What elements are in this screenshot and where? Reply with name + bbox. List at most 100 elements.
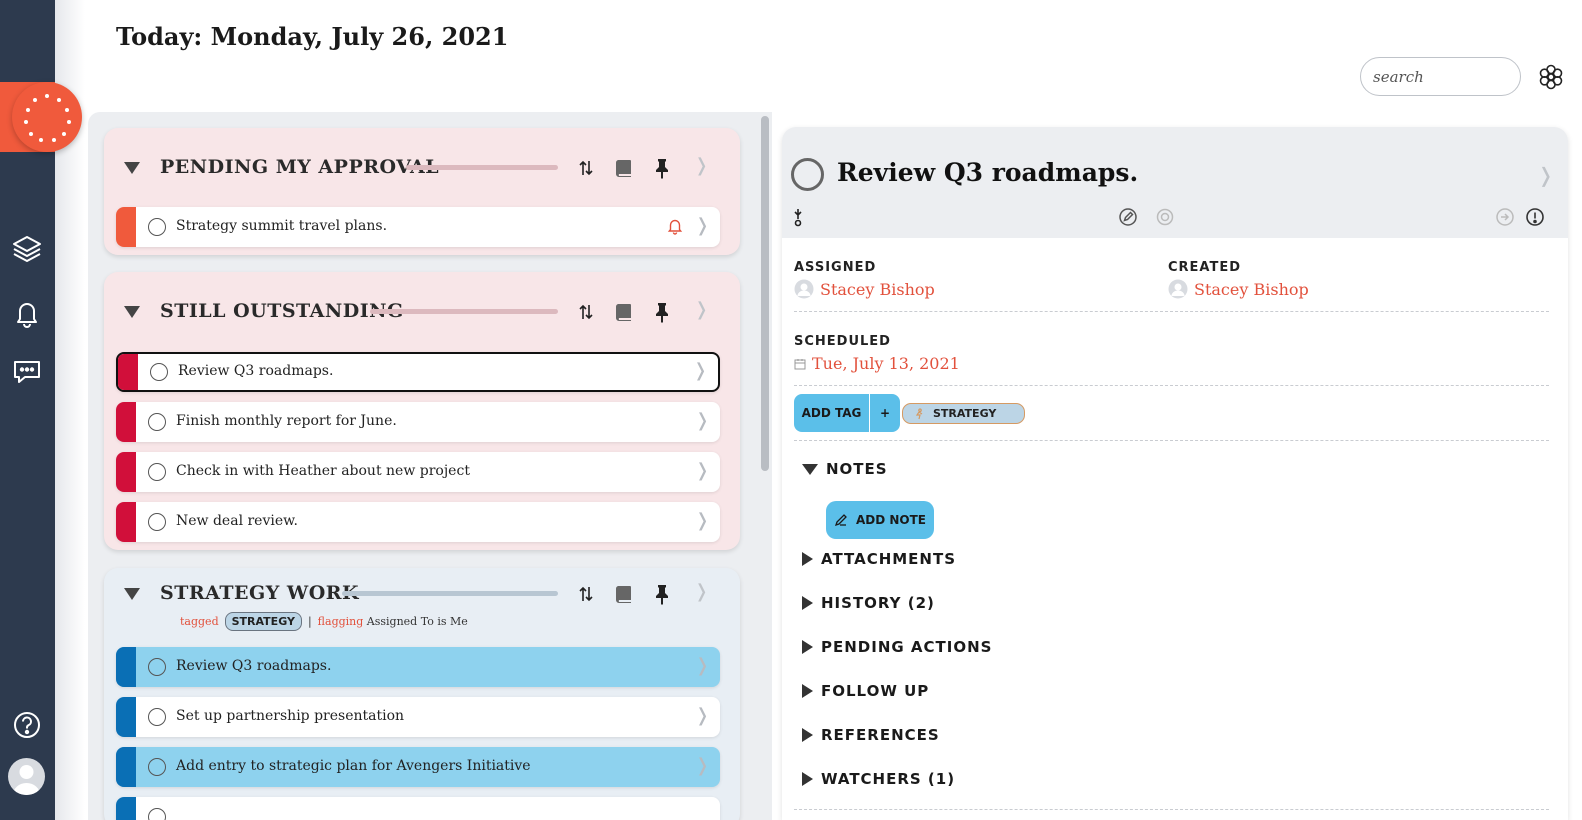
task-checkbox[interactable] — [148, 218, 166, 236]
watchers-toggle[interactable]: WATCHERS (1) — [802, 766, 955, 792]
task-checkbox[interactable] — [148, 808, 166, 820]
add-tag-button[interactable]: ADD TAG — [794, 394, 869, 432]
chat-icon[interactable] — [8, 352, 46, 390]
section-pending-approval: PENDING MY APPROVAL ❭ Strategy summit tr… — [104, 128, 740, 255]
task-chevron-icon[interactable]: ❭ — [695, 215, 710, 236]
task-chevron-icon[interactable]: ❭ — [695, 705, 710, 726]
scheduled-date[interactable]: Tue, July 13, 2021 — [812, 354, 960, 373]
task-checkbox[interactable] — [148, 658, 166, 676]
task-checkbox[interactable] — [148, 708, 166, 726]
pending-actions-toggle[interactable]: PENDING ACTIONS — [802, 634, 992, 660]
task-row[interactable]: Add entry to strategic plan for Avengers… — [116, 747, 720, 787]
task-row[interactable]: Set up partnership presentation ❭ — [116, 697, 720, 737]
task-checkbox[interactable] — [148, 413, 166, 431]
delegate-icon[interactable] — [787, 206, 809, 228]
sort-icon[interactable] — [574, 582, 598, 606]
task-chevron-icon[interactable]: ❭ — [695, 410, 710, 431]
sort-icon[interactable] — [574, 156, 598, 180]
references-toggle[interactable]: REFERENCES — [802, 722, 940, 748]
sort-icon[interactable] — [574, 300, 598, 324]
section-chevron-icon[interactable]: ❭ — [694, 155, 709, 176]
priority-bar — [116, 697, 136, 737]
section-chevron-icon[interactable]: ❭ — [694, 581, 709, 602]
task-checkbox[interactable] — [148, 513, 166, 531]
task-row[interactable]: New deal review. ❭ — [116, 502, 720, 542]
task-row[interactable]: Check in with Heather about new project … — [116, 452, 720, 492]
brand-logo-icon[interactable] — [12, 82, 82, 152]
caret-right-icon — [802, 552, 813, 566]
warning-icon[interactable] — [1524, 206, 1546, 228]
detail-chevron-icon[interactable]: ❭ — [1537, 163, 1554, 187]
section-progress-line — [342, 591, 558, 596]
edit-icon[interactable] — [1117, 206, 1139, 228]
task-chevron-icon[interactable]: ❭ — [695, 460, 710, 481]
priority-bar — [116, 502, 136, 542]
created-value[interactable]: Stacey Bishop — [1168, 279, 1309, 299]
created-name[interactable]: Stacey Bishop — [1194, 280, 1309, 299]
collapse-caret-icon[interactable] — [124, 162, 140, 174]
task-row[interactable]: Finish monthly report for June. ❭ — [116, 402, 720, 442]
pin-icon[interactable] — [650, 156, 674, 180]
scheduled-value[interactable]: Tue, July 13, 2021 — [794, 354, 960, 373]
task-checkbox[interactable] — [148, 463, 166, 481]
task-chevron-icon[interactable]: ❭ — [695, 655, 710, 676]
task-chevron-icon[interactable]: ❭ — [695, 510, 710, 531]
complete-task-checkbox[interactable] — [791, 158, 824, 191]
notebook-icon[interactable] — [612, 300, 636, 324]
attachments-toggle[interactable]: ATTACHMENTS — [802, 546, 956, 572]
person-icon — [794, 279, 814, 299]
caret-right-icon — [802, 684, 813, 698]
task-row[interactable] — [116, 797, 720, 820]
pin-icon[interactable] — [650, 582, 674, 606]
section-chevron-icon[interactable]: ❭ — [694, 299, 709, 320]
filter-separator: | — [307, 615, 312, 628]
section-still-outstanding: STILL OUTSTANDING ❭ Review Q3 roadmaps. … — [104, 272, 740, 550]
watchers-label: WATCHERS (1) — [821, 770, 956, 788]
task-checkbox[interactable] — [148, 758, 166, 776]
move-icon[interactable] — [1494, 206, 1516, 228]
assigned-name[interactable]: Stacey Bishop — [820, 280, 935, 299]
notes-toggle[interactable]: NOTES — [802, 456, 888, 482]
scheduled-label: SCHEDULED — [794, 334, 891, 349]
priority-bar — [116, 207, 136, 247]
divider — [794, 809, 1549, 810]
assigned-value[interactable]: Stacey Bishop — [794, 279, 935, 299]
task-row[interactable]: Review Q3 roadmaps. ❭ — [116, 647, 720, 687]
search-input[interactable] — [1360, 57, 1521, 96]
bell-icon[interactable] — [8, 294, 46, 332]
caret-down-icon — [802, 463, 818, 475]
collapse-caret-icon[interactable] — [124, 306, 140, 318]
add-note-button[interactable]: ADD NOTE — [826, 501, 934, 539]
filter-tag-badge[interactable]: STRATEGY — [224, 612, 302, 631]
task-title: New deal review. — [176, 513, 298, 529]
notebook-icon[interactable] — [612, 582, 636, 606]
settings-icon[interactable] — [1154, 206, 1176, 228]
caret-right-icon — [802, 728, 813, 742]
layers-icon[interactable] — [8, 230, 46, 268]
created-label: CREATED — [1168, 260, 1242, 275]
task-row[interactable]: Strategy summit travel plans. ❭ — [116, 207, 720, 247]
tag-run-icon — [915, 407, 923, 419]
collapse-caret-icon[interactable] — [124, 588, 140, 600]
task-chevron-icon[interactable]: ❭ — [695, 755, 710, 776]
section-progress-line — [406, 165, 558, 170]
add-tag-plus-button[interactable]: + — [870, 394, 900, 432]
divider — [794, 440, 1549, 441]
help-icon[interactable] — [8, 706, 46, 744]
notes-label: NOTES — [826, 460, 888, 478]
follow-up-toggle[interactable]: FOLLOW UP — [802, 678, 929, 704]
alert-bell-icon[interactable] — [666, 217, 684, 235]
settings-flower-icon[interactable] — [1536, 62, 1566, 92]
task-row[interactable]: Review Q3 roadmaps. ❭ — [116, 352, 720, 392]
notebook-icon[interactable] — [612, 156, 636, 180]
task-checkbox[interactable] — [150, 363, 168, 381]
pencil-icon — [834, 514, 847, 527]
history-toggle[interactable]: HISTORY (2) — [802, 590, 935, 616]
attachments-label: ATTACHMENTS — [821, 550, 957, 568]
avatar[interactable] — [8, 758, 45, 795]
strategy-tag[interactable]: STRATEGY — [902, 403, 1025, 424]
pin-icon[interactable] — [650, 300, 674, 324]
task-chevron-icon[interactable]: ❭ — [693, 360, 708, 381]
scrollbar-thumb[interactable] — [761, 116, 769, 471]
section-title: PENDING MY APPROVAL — [160, 156, 440, 178]
